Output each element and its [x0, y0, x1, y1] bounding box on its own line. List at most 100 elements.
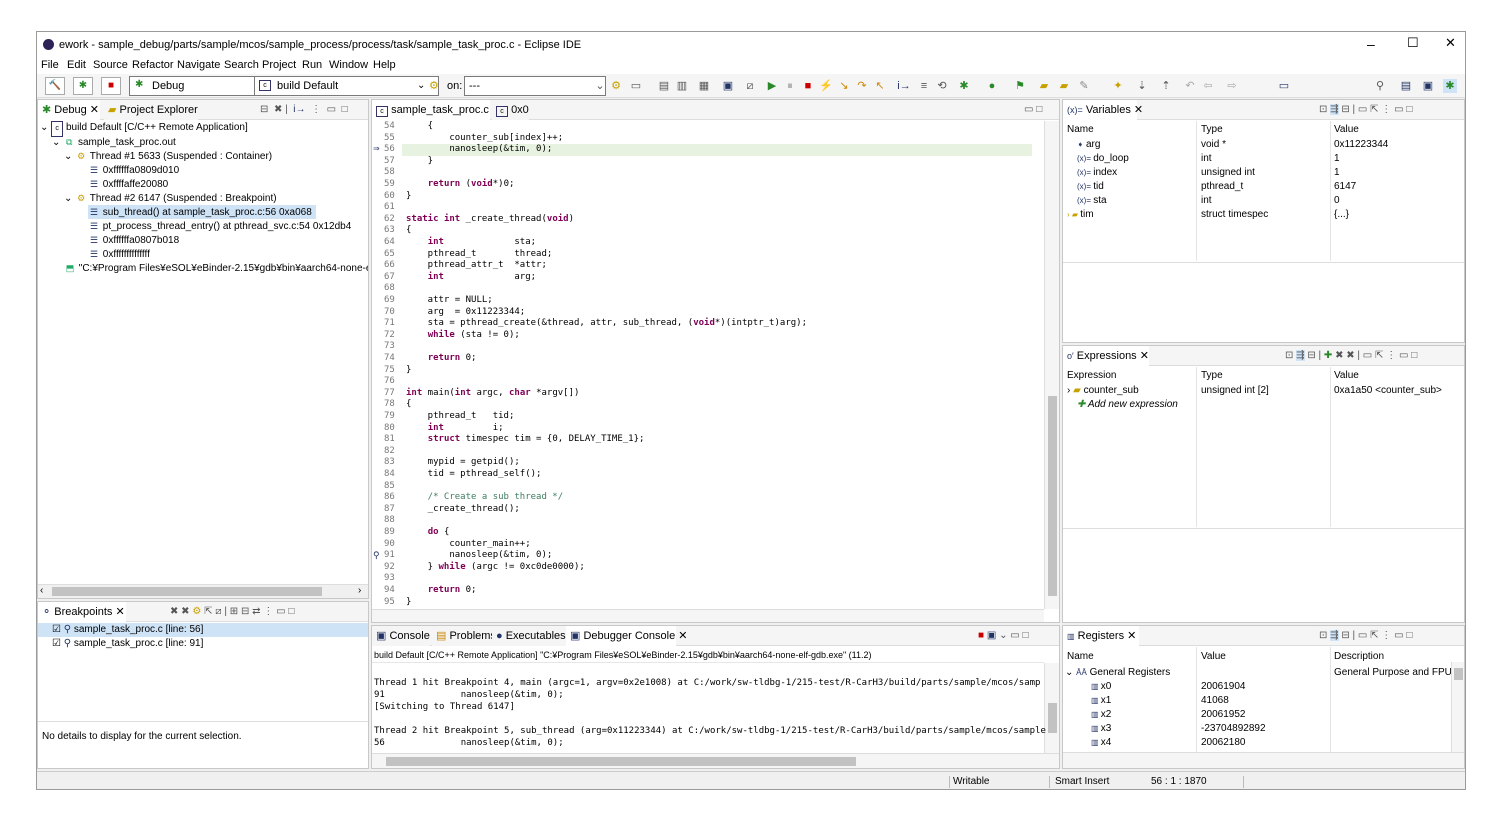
tree-item-gdb[interactable]: ⬒ "C:¥Program Files¥eSOL¥eBinder-2.15¥gd…	[64, 261, 368, 275]
tree-item-thread-1[interactable]: ⌄ ⚙ Thread #1 5633 (Suspended : Containe…	[64, 149, 272, 163]
pin-editor-icon[interactable]: ▭	[1277, 79, 1291, 93]
checkbox-checked-icon[interactable]: ☑	[52, 638, 61, 649]
tab-variables[interactable]: (x)= Variables ✕	[1063, 100, 1143, 120]
close-icon[interactable]: ✕	[1127, 630, 1136, 642]
variable-value[interactable]: 0	[1334, 194, 1340, 208]
editor-vertical-scrollbar[interactable]	[1044, 121, 1059, 609]
console-vertical-scrollbar[interactable]	[1044, 663, 1059, 753]
stack-frame[interactable]: ☰ 0xffffaffe20080	[88, 177, 168, 191]
minimize-icon[interactable]: –	[1367, 36, 1375, 52]
register-row[interactable]: ▥ x2	[1091, 708, 1111, 722]
register-value[interactable]: 41068	[1201, 694, 1229, 708]
collapse-all-icon[interactable]: ⊟	[1341, 630, 1349, 641]
last-edit-icon[interactable]: ↶	[1183, 79, 1197, 93]
close-icon[interactable]: ✕	[1140, 350, 1149, 362]
register-row[interactable]: ▥ x1	[1091, 694, 1111, 708]
new-view-icon[interactable]: ▭	[1358, 104, 1367, 115]
new-icon[interactable]: ▭	[629, 79, 643, 93]
breakpoint-item[interactable]: ☑ ⚲ sample_task_proc.c [line: 56]	[38, 623, 368, 637]
stack-frame-selected[interactable]: ☰ sub_thread() at sample_task_proc.c:56 …	[88, 205, 316, 219]
minimize-icon[interactable]: ▭	[1399, 350, 1408, 361]
target-select[interactable]: ---	[464, 76, 606, 96]
pen-icon[interactable]: ✎	[1077, 79, 1091, 93]
menu-window[interactable]: Window	[329, 59, 368, 71]
column-header-value[interactable]: Value	[1201, 651, 1226, 662]
view-menu-icon[interactable]: ⋮	[1381, 104, 1391, 115]
debug-perspective-icon[interactable]: ✱	[1443, 79, 1457, 93]
stack-frame[interactable]: ☰ 0xffffffa0809d010	[88, 163, 179, 177]
column-header-name[interactable]: Name	[1067, 124, 1094, 135]
print-icon[interactable]: ▦	[697, 79, 711, 93]
remove-terminated-icon[interactable]: ✖	[274, 104, 282, 115]
register-value[interactable]: 20062180	[1201, 736, 1246, 750]
variable-value[interactable]: 1	[1334, 152, 1340, 166]
skip-breakpoints-icon[interactable]: ⧄	[743, 79, 757, 93]
menu-file[interactable]: File	[41, 59, 59, 71]
go-to-file-icon[interactable]: ⇱	[204, 606, 212, 617]
close-icon[interactable]: ✕	[115, 606, 124, 618]
breakpoint-item[interactable]: ☑ ⚲ sample_task_proc.c [line: 91]	[38, 637, 203, 651]
tab-project-explorer[interactable]: ▰ Project Explorer	[104, 100, 198, 120]
close-icon[interactable]: ✕	[1445, 35, 1456, 51]
use-step-filters-icon[interactable]: ≡	[917, 79, 931, 93]
collapse-all-icon[interactable]: ⊟	[1341, 104, 1349, 115]
minimize-icon[interactable]: ▭	[1394, 630, 1403, 641]
maximize-icon[interactable]: □	[288, 606, 294, 617]
menu-navigate[interactable]: Navigate	[177, 59, 220, 71]
register-group[interactable]: ⌄ ĀĀ General Registers	[1065, 666, 1170, 680]
pin-icon[interactable]: ⇱	[1375, 350, 1383, 361]
menu-search[interactable]: Search	[224, 59, 259, 71]
show-type-names-icon[interactable]: ⊡	[1319, 630, 1327, 641]
new-view-icon[interactable]: ▭	[1358, 630, 1367, 641]
variable-value[interactable]: {...}	[1334, 208, 1349, 222]
tab-registers[interactable]: ▥ Registers ✕	[1063, 626, 1139, 646]
show-breakpoints-icon[interactable]: ⚙	[192, 606, 201, 617]
column-header-description[interactable]: Description	[1334, 651, 1384, 662]
maximize-icon[interactable]: □	[1406, 630, 1412, 641]
stack-frame[interactable]: ☰ 0xffffffa0807b018	[88, 233, 179, 247]
stack-frame[interactable]: ☰ pt_process_thread_entry() at pthread_s…	[88, 219, 351, 233]
terminate-icon[interactable]: ■	[801, 79, 815, 93]
collapse-all-icon[interactable]: ⊟	[1307, 350, 1315, 361]
menu-edit[interactable]: Edit	[67, 59, 86, 71]
registers-horizontal-scrollbar[interactable]	[1063, 752, 1464, 768]
skip-all-icon[interactable]: ⧄	[215, 606, 221, 617]
new-view-icon[interactable]: ▭	[1363, 350, 1372, 361]
variable-row[interactable]: (x)= tid	[1077, 180, 1104, 194]
variable-row[interactable]: › ▰ tim	[1067, 208, 1094, 222]
debug-bug-icon[interactable]: ✱	[73, 77, 93, 95]
code-area[interactable]: 54 {55 counter_sub[index]++; 56 nanosleep…	[372, 121, 1044, 609]
search-icon[interactable]: ⚲	[1373, 79, 1387, 93]
collapse-all-icon[interactable]: ⊟	[260, 104, 268, 115]
column-header-expression[interactable]: Expression	[1067, 370, 1116, 381]
expand-all-icon[interactable]: ⊞	[230, 606, 238, 617]
minimize-icon[interactable]: ▭	[1394, 104, 1403, 115]
instruction-step-icon[interactable]: i→	[293, 104, 305, 115]
menu-help[interactable]: Help	[373, 59, 396, 71]
step-into-icon[interactable]: ↘	[837, 79, 851, 93]
suspend-icon[interactable]: ⏸	[783, 79, 797, 93]
back-icon[interactable]: ⇦	[1201, 79, 1215, 93]
close-icon[interactable]: ✕	[1134, 104, 1143, 116]
remove-all-icon[interactable]: ✖	[1346, 350, 1354, 361]
maximize-icon[interactable]: □	[1036, 104, 1042, 115]
external-tools-icon[interactable]: ⚑	[1013, 79, 1027, 93]
register-value[interactable]: 20061952	[1201, 708, 1246, 722]
show-logical-structure-icon[interactable]: ⇶	[1330, 104, 1339, 115]
variable-value[interactable]: 0x11223344	[1334, 138, 1388, 152]
open-folder-icon[interactable]: ▰	[1037, 79, 1051, 93]
pin-icon[interactable]: ⇱	[1370, 630, 1378, 641]
column-header-type[interactable]: Type	[1201, 370, 1223, 381]
previous-annotation-icon[interactable]: ⇡	[1159, 79, 1173, 93]
minimize-icon[interactable]: ▭	[1024, 104, 1033, 115]
maximize-icon[interactable]: ☐	[1407, 35, 1419, 51]
maximize-icon[interactable]: □	[342, 104, 348, 115]
variable-value[interactable]: 1	[1334, 166, 1340, 180]
chevron-down-icon[interactable]: ⌄	[999, 630, 1007, 641]
debug-dropdown-icon[interactable]: ✱	[957, 79, 971, 93]
next-annotation-icon[interactable]: ⇣	[1135, 79, 1149, 93]
tree-item-process[interactable]: ⌄ ⧉ sample_task_proc.out	[52, 135, 176, 149]
remove-icon[interactable]: ✖	[1335, 350, 1343, 361]
breakpoint-marker-icon[interactable]: ⚲	[373, 550, 380, 561]
variable-row[interactable]: (x)= sta	[1077, 194, 1107, 208]
